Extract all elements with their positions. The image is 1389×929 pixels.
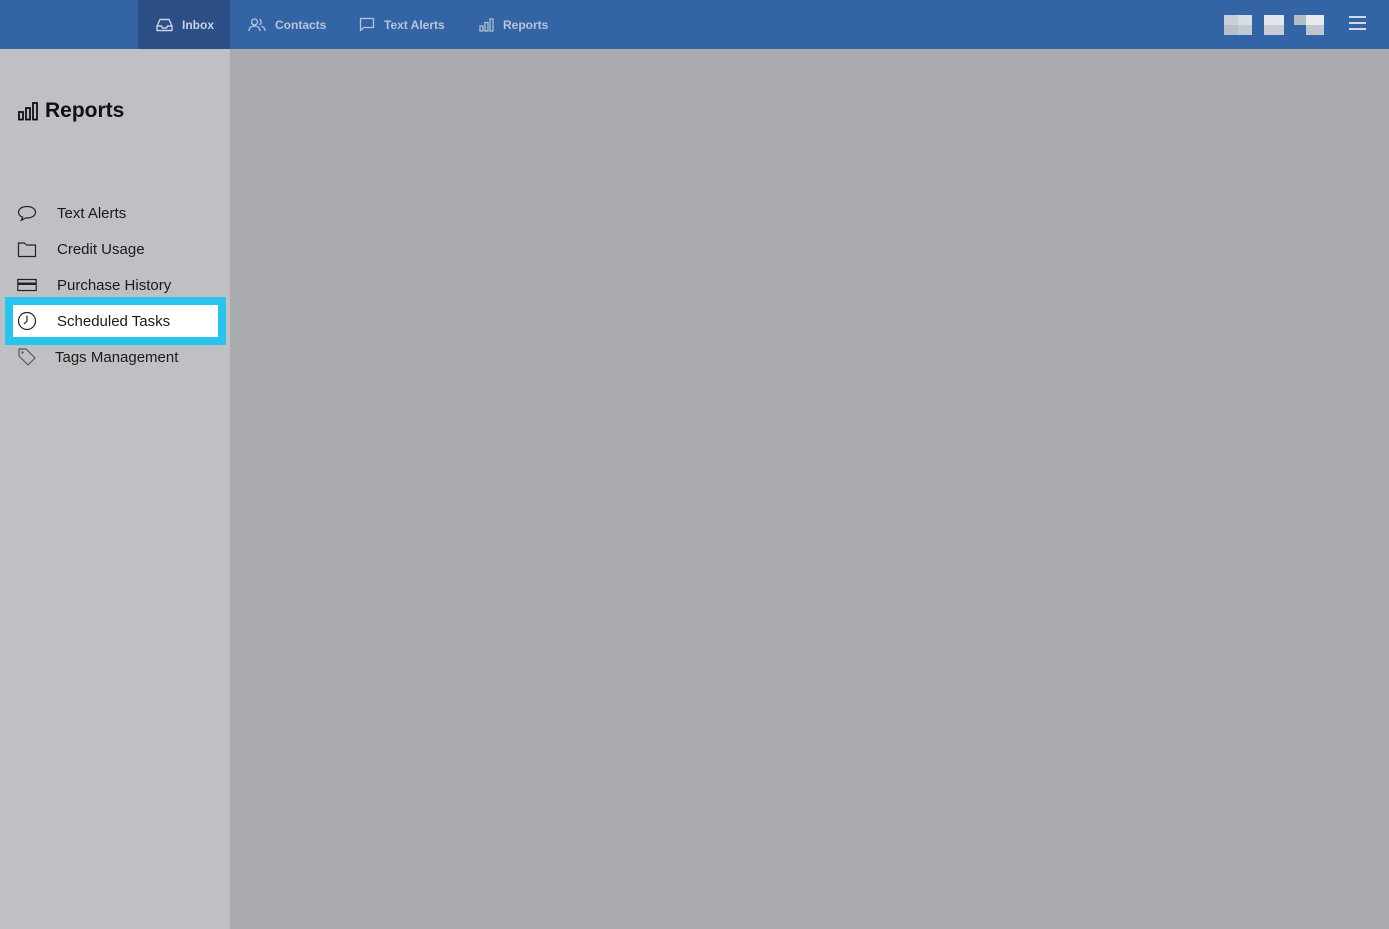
inbox-icon xyxy=(156,18,173,31)
tab-reports-label: Reports xyxy=(503,17,549,32)
reports-sidebar: Reports Text Alerts Credit Usage Purchas… xyxy=(0,49,230,929)
credit-card-icon xyxy=(17,275,37,295)
user-account-avatar[interactable] xyxy=(1224,15,1324,35)
hamburger-menu-icon[interactable] xyxy=(1348,14,1368,32)
tab-inbox-label: Inbox xyxy=(182,17,214,32)
bar-chart-icon xyxy=(18,101,38,120)
sidebar-title: Reports xyxy=(18,99,124,123)
sidebar-item-label: Scheduled Tasks xyxy=(57,312,171,330)
top-navigation-bar: Inbox Contacts Text Alerts Reports xyxy=(0,0,1389,49)
tag-icon xyxy=(17,347,37,367)
sidebar-item-text-alerts[interactable]: Text Alerts xyxy=(11,195,220,231)
sidebar-item-credit-usage[interactable]: Credit Usage xyxy=(11,231,220,267)
sidebar-item-label: Purchase History xyxy=(57,276,172,294)
sidebar-title-label: Reports xyxy=(45,99,125,122)
sidebar-item-purchase-history[interactable]: Purchase History xyxy=(11,267,220,303)
sidebar-item-label: Credit Usage xyxy=(57,240,145,258)
clock-icon xyxy=(17,311,37,331)
tab-contacts-label: Contacts xyxy=(275,17,327,32)
sidebar-item-label: Text Alerts xyxy=(57,204,127,222)
sidebar-item-scheduled-tasks[interactable]: Scheduled Tasks xyxy=(5,297,226,345)
main-content-area xyxy=(230,49,1389,929)
tab-text-alerts[interactable]: Text Alerts xyxy=(359,0,445,49)
sidebar-item-tags-management[interactable]: Tags Management xyxy=(11,339,220,375)
tab-inbox[interactable]: Inbox xyxy=(138,0,230,49)
bar-chart-icon xyxy=(479,17,494,32)
speech-bubble-icon xyxy=(17,203,37,223)
users-icon xyxy=(248,17,266,31)
tab-contacts[interactable]: Contacts xyxy=(248,0,326,49)
sidebar-item-label: Tags Management xyxy=(55,348,179,366)
tab-text-alerts-label: Text Alerts xyxy=(384,17,445,32)
message-icon xyxy=(359,17,375,32)
tab-reports[interactable]: Reports xyxy=(479,0,548,49)
folder-icon xyxy=(17,239,37,259)
